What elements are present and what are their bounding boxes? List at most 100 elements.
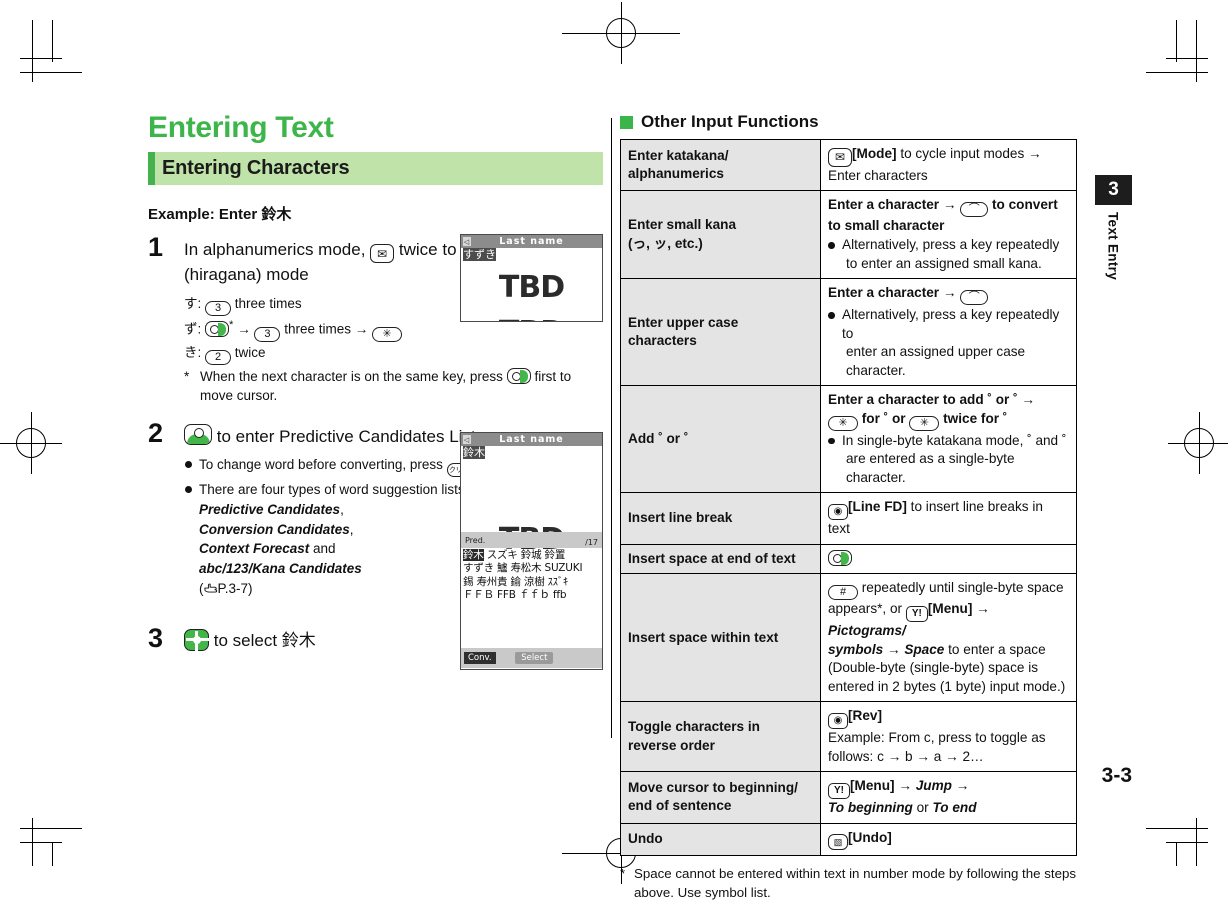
other-input-functions-heading: Other Input Functions	[620, 112, 1080, 132]
screenshot-1-input-text: すずき	[463, 248, 496, 261]
chapter-tab-number: 3	[1095, 175, 1132, 205]
list-type-predictive: Predictive Candidates	[199, 502, 341, 518]
row-label-small-kana: Enter small kana (っ, ッ, etc.)	[620, 189, 821, 280]
arrow-icon: →	[237, 321, 251, 337]
other-input-functions-table: Enter katakana/alphanumerics ✉ [Mode] to …	[620, 139, 1077, 857]
candidate-row-rest[interactable]: スズキ 鈴城 鈴置	[484, 549, 566, 561]
step-2-bullet-2-part1: There are four types of word suggestion …	[199, 482, 469, 498]
step-2-bullet-2: There are four types of word suggestion …	[184, 480, 484, 598]
row-value-space-end	[820, 543, 1077, 575]
candidate-row[interactable]: 鈴木 スズキ 鈴城 鈴置	[463, 549, 600, 562]
section-band-title: Entering Characters	[162, 156, 350, 179]
step-2-body: to enter Predictive Candidates List	[184, 423, 476, 449]
row-bullet: Alternatively, press a key repeatedly to…	[828, 306, 1069, 380]
table-row: Add ˚ or ˚ Enter a character to add ˚ or…	[620, 385, 1077, 494]
substep-ki: き: 2 twice	[184, 343, 603, 365]
row-value-toggle-reverse: ◉ [Rev] Example: From c, press to toggle …	[820, 701, 1077, 773]
step-1-footnote-star: *	[184, 368, 190, 384]
row-value-small-kana: Enter a character → ⌒ to convert to small…	[820, 189, 1077, 280]
hash-key-icon: #	[828, 585, 858, 601]
yahoo-key-icon: Y!	[905, 606, 928, 623]
section-title: Other Input Functions	[641, 112, 819, 131]
row-value-undo: ▧ [Undo]	[820, 822, 1077, 857]
substep-ki-char: き:	[184, 344, 202, 360]
star-key-icon: ✳	[828, 415, 858, 431]
table-footnote-star: *	[620, 866, 626, 882]
soft-right-key-icon	[828, 549, 852, 566]
camera-key-icon: ◉	[828, 504, 848, 521]
chapter-tab-label-text: Text Entry	[1105, 212, 1121, 281]
phone-screenshot-1: ◁ Last name すずき TBD TBD	[460, 234, 603, 322]
manual-page: Entering Text Entering Characters Exampl…	[0, 0, 1228, 900]
step-2-bullet-1-part1: To change word before converting, press	[199, 456, 443, 472]
screenshot-2-title: Last name	[499, 434, 564, 445]
step-2-bullet-1: To change word before converting, press …	[184, 455, 484, 478]
list-type-abc-kana: abc/123/Kana Candidates	[199, 561, 362, 577]
list-type-context: Context Forecast	[199, 541, 310, 557]
registration-mark-left	[0, 412, 62, 474]
camera-key-icon-2: ◉	[828, 713, 848, 730]
selected-candidate[interactable]: 鈴木	[463, 549, 484, 561]
arrow-icon: →	[1028, 146, 1042, 161]
section-band: Entering Characters	[148, 151, 603, 185]
table-row: Undo ▧ [Undo]	[620, 822, 1077, 857]
step-1-footnote-part1: When the next character is on the same k…	[200, 368, 503, 384]
call-key-icon: ⌒	[960, 201, 989, 217]
substep-su-text: three times	[234, 296, 302, 312]
soft-right-key-icon	[205, 320, 230, 337]
step-2-bullets: To change word before converting, press …	[184, 455, 484, 599]
substep-zu-char: ず:	[184, 321, 202, 337]
row-value-line-break: ◉ [Line FD] to insert line breaks in text	[820, 492, 1077, 545]
row-label-move-cursor: Move cursor to beginning/end of sentence	[620, 771, 821, 824]
row-label-space-end: Insert space at end of text	[620, 543, 821, 575]
step-2-text: to enter Predictive Candidates List	[216, 426, 476, 446]
arrow-icon-2: →	[354, 321, 369, 337]
back-indicator-icon: ◁	[463, 237, 471, 246]
row-label-toggle-reverse: Toggle characters in reverse order	[620, 701, 821, 773]
screenshot-2-body: 鈴木 TBD Pred. /17 鈴木 スズキ 鈴城 鈴置 すずき 鱸 寿松木 …	[461, 446, 602, 668]
table-row: Enter katakana/alphanumerics ✉ [Mode] to …	[620, 139, 1077, 191]
key-3-icon-2: 3	[254, 326, 281, 342]
row-value-enter-katakana: ✉ [Mode] to cycle input modes → Enter char…	[820, 139, 1077, 191]
substep-zu-text: three times	[284, 321, 351, 337]
screenshot-1-title: Last name	[499, 236, 564, 247]
row-label-space-within: Insert space within text	[620, 573, 821, 703]
step-3-text: to select 鈴木	[213, 630, 316, 650]
page-reference[interactable]: ((☞P.3-7)P.3-7)	[199, 581, 253, 596]
registration-mark-top	[562, 2, 680, 64]
row-bullet: Alternatively, press a key repeatedly to…	[828, 236, 1069, 273]
table-footnote: * Space cannot be entered within text in…	[620, 864, 1080, 902]
table-row: Toggle characters in reverse order ◉ [Rev]…	[620, 701, 1077, 773]
registration-mark-right	[1168, 412, 1228, 474]
screenshot-1-input: すずき	[461, 248, 602, 262]
substep-zu-star: *	[229, 319, 234, 332]
screenshot-2-candidate-list[interactable]: 鈴木 スズキ 鈴城 鈴置 すずき 鱸 寿松木 SUZUKI 錫 寿州貴 鍮 涼樹…	[461, 548, 602, 604]
screenshot-2-softkey-bar: Conv. Select	[461, 648, 602, 668]
candidate-row[interactable]: 錫 寿州貴 鍮 涼樹 ｽｽﾞｷ	[463, 576, 600, 589]
list-type-conversion: Conversion Candidates	[199, 521, 350, 537]
table-row: Insert space at end of text	[620, 543, 1077, 575]
table-row: Enter small kana (っ, ッ, etc.) Enter a cha…	[620, 189, 1077, 280]
key-3-icon: 3	[205, 301, 232, 317]
row-label-line-break: Insert line break	[620, 492, 821, 545]
page-ref-hand-icon	[203, 583, 217, 593]
substep-su-char: す:	[184, 296, 202, 312]
column-divider	[611, 118, 612, 738]
candidate-row[interactable]: ＦＦＢ FFB ｆｆｂ ffb	[463, 589, 600, 602]
mail-key-icon: ✉	[370, 244, 395, 263]
row-label-undo: Undo	[620, 822, 821, 857]
table-row: Insert space within text # repeatedly un…	[620, 573, 1077, 703]
center-select-key-icon	[184, 423, 212, 445]
row-label-enter-katakana: Enter katakana/alphanumerics	[620, 139, 821, 191]
softkey-center-select[interactable]: Select	[515, 652, 554, 664]
step-2-number: 2	[148, 417, 164, 448]
page-title: Entering Text	[148, 111, 334, 144]
candidate-row[interactable]: すずき 鱸 寿松木 SUZUKI	[463, 562, 600, 575]
right-column: Other Input Functions Enter katakana/alp…	[620, 112, 1080, 902]
screenshot-2-titlebar: ◁ Last name	[461, 433, 602, 446]
yahoo-key-icon-2: Y!	[828, 783, 850, 800]
softkey-left-conv[interactable]: Conv.	[464, 652, 496, 664]
table-row: Enter upper case characters Enter a chara…	[620, 278, 1077, 387]
step-3-number: 3	[148, 622, 164, 653]
section-square-icon	[620, 115, 633, 129]
